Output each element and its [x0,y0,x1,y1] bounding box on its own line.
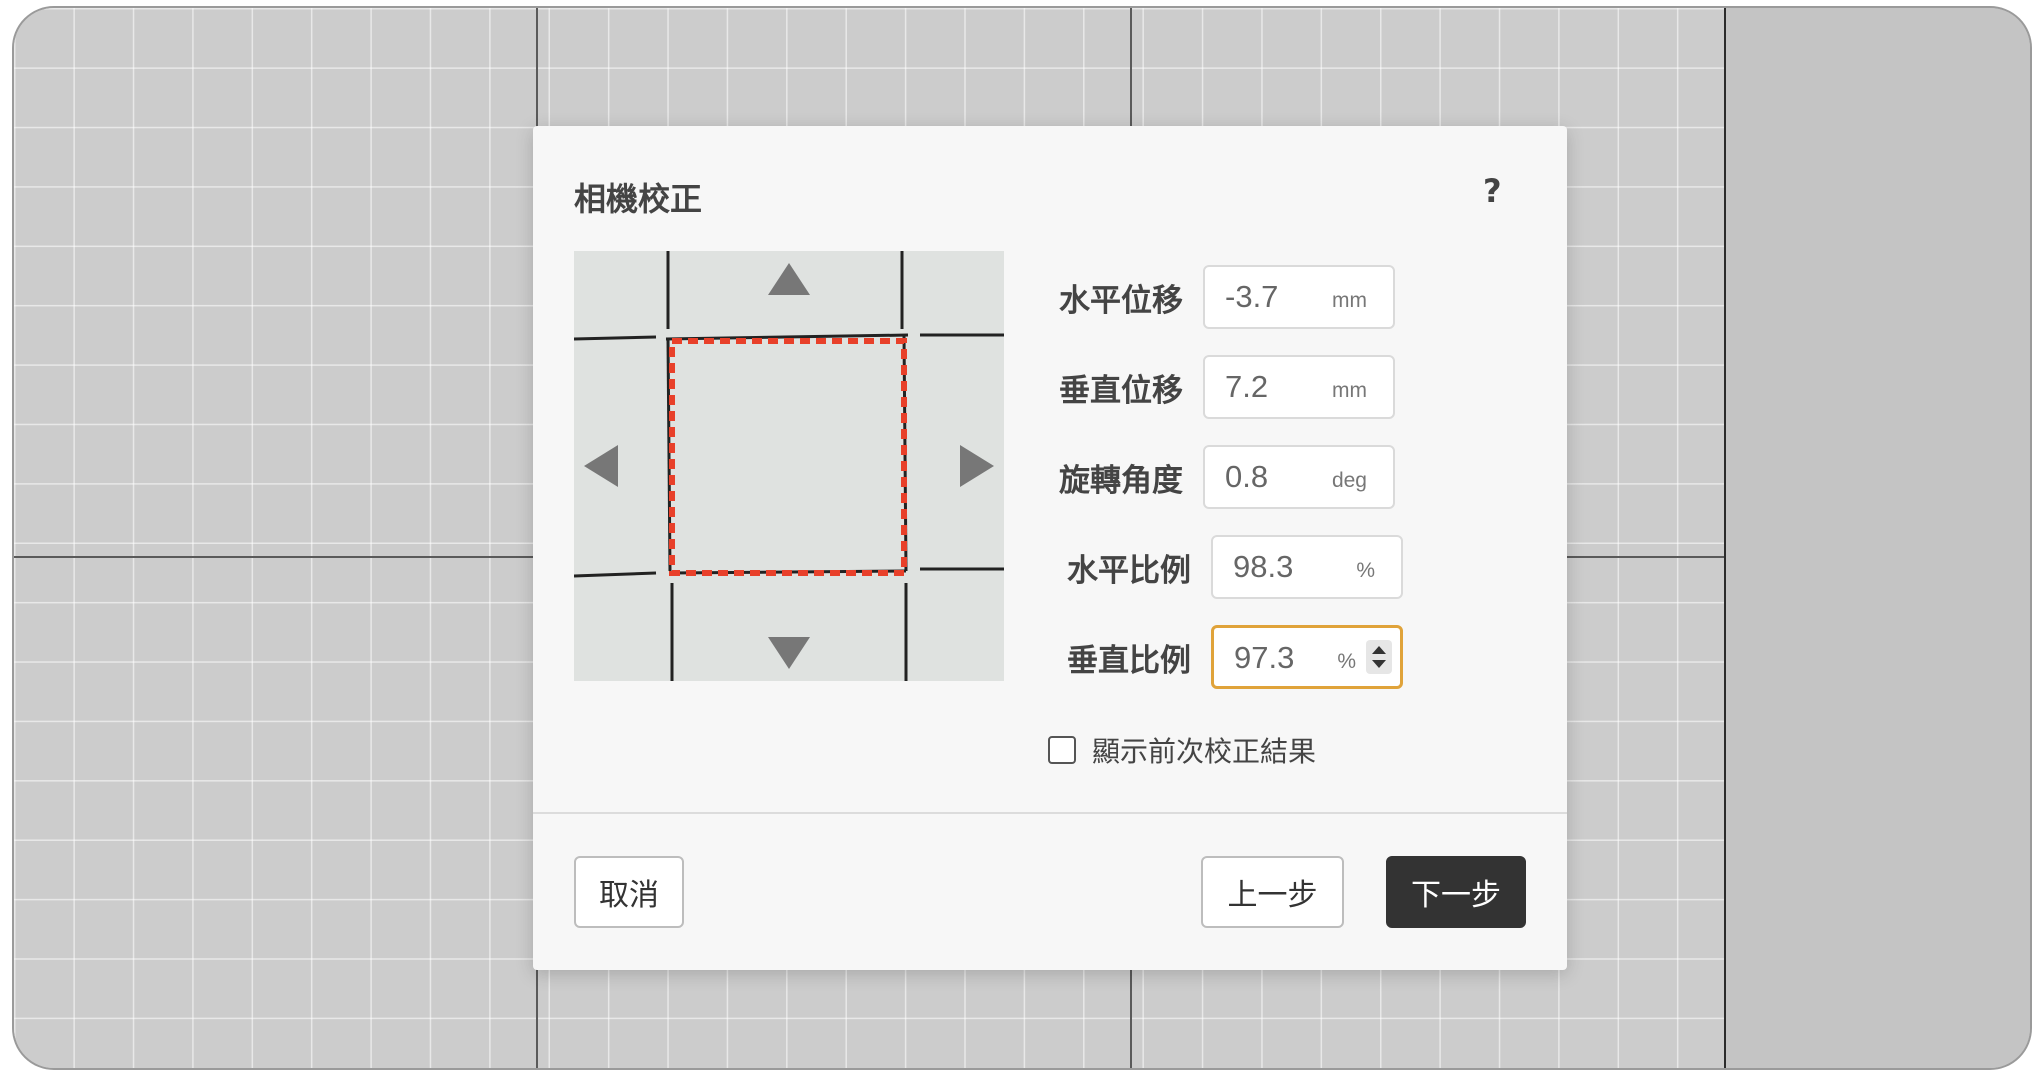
back-button[interactable]: 上一步 [1201,856,1344,928]
next-button[interactable]: 下一步 [1386,856,1526,928]
horizontal-offset-label: 水平位移 [1059,282,1183,319]
vertical-offset-field[interactable]: mm [1203,355,1395,419]
dialog-title: 相機校正 [574,180,703,218]
vertical-scale-label: 垂直比例 [1067,642,1191,679]
vertical-offset-input[interactable] [1225,365,1325,409]
row-rotation-angle: 旋轉角度 deg [1033,445,1395,509]
horizontal-scale-label: 水平比例 [1067,552,1191,589]
vertical-scale-field[interactable]: % [1211,625,1403,689]
unit-label: mm [1332,379,1367,402]
preview-image [574,251,1004,681]
rotation-angle-label: 旋轉角度 [1059,462,1183,499]
horizontal-scale-field[interactable]: % [1211,535,1403,599]
right-panel [1724,8,2030,1068]
camera-calibration-dialog: 相機校正 ? 水平位移 -3.7 mm 垂直位移 7.2 mm 旋轉角度 0.8… [533,126,1567,970]
show-previous-result-row[interactable]: 顯示前次校正結果 [1048,730,1316,770]
rotation-angle-field[interactable]: deg [1203,445,1395,509]
camera-preview [574,251,1004,681]
number-spinner[interactable] [1366,640,1392,674]
unit-label: deg [1331,469,1367,492]
horizontal-scale-input[interactable] [1233,545,1333,589]
dialog-divider [533,812,1567,814]
row-vertical-scale: 垂直比例 % [1041,625,1403,689]
show-previous-result-checkbox[interactable] [1048,736,1076,764]
unit-label: mm [1332,289,1367,312]
cancel-button[interactable]: 取消 [574,856,684,928]
horizontal-offset-field[interactable]: mm [1203,265,1395,329]
row-vertical-offset: 垂直位移 mm [1033,355,1395,419]
vertical-scale-input[interactable] [1234,636,1334,680]
unit-label: % [1337,650,1356,673]
unit-label: % [1356,559,1375,582]
show-previous-result-label: 顯示前次校正結果 [1092,735,1317,768]
app-window: 相機校正 ? 水平位移 -3.7 mm 垂直位移 7.2 mm 旋轉角度 0.8… [12,6,2032,1070]
vertical-offset-label: 垂直位移 [1059,372,1183,409]
row-horizontal-scale: 水平比例 % [1041,535,1403,599]
spinner-arrows-icon [1372,646,1386,668]
rotation-angle-input[interactable] [1225,455,1325,499]
row-horizontal-offset: 水平位移 mm [1033,265,1395,329]
help-icon[interactable]: ? [1483,172,1502,210]
horizontal-offset-input[interactable] [1225,275,1325,319]
